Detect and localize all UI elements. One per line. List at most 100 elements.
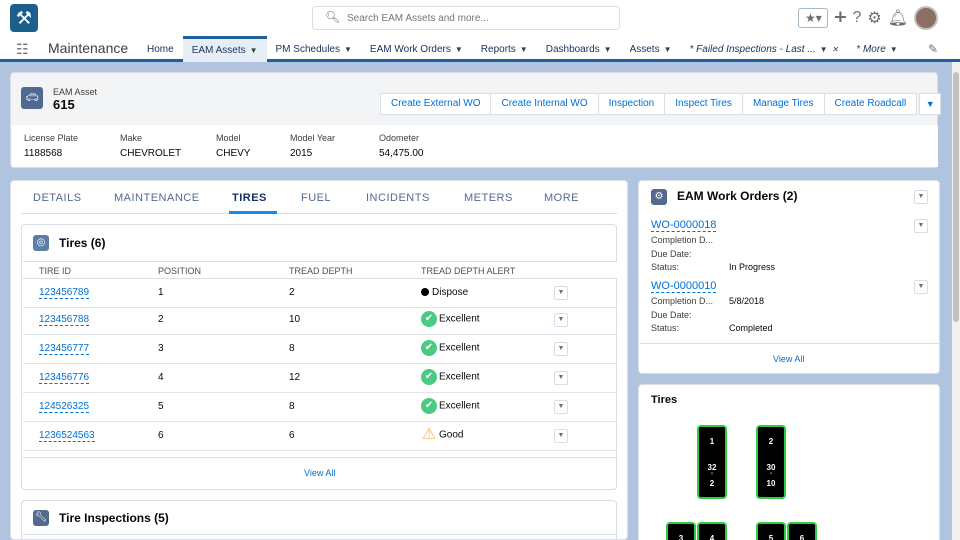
work-order-actions-dropdown[interactable]: ▼: [914, 219, 928, 233]
row-actions-dropdown[interactable]: ▼: [554, 286, 568, 300]
row-actions-dropdown[interactable]: ▼: [554, 400, 568, 414]
action-button-3[interactable]: Inspect Tires: [664, 93, 743, 115]
tire-id-link[interactable]: 123456789: [39, 287, 90, 299]
tire-position-box[interactable]: 3: [666, 522, 696, 540]
app-launcher-icon[interactable]: ☷: [16, 41, 32, 57]
field-label: Model: [216, 133, 241, 143]
app-logo-icon[interactable]: ⚒: [10, 4, 38, 32]
global-search[interactable]: 🔍︎: [312, 6, 620, 30]
avatar[interactable]: [914, 6, 938, 30]
nav-item-label: EAM Work Orders: [369, 43, 451, 55]
row-actions-dropdown[interactable]: ▼: [554, 342, 568, 356]
nav-item-6[interactable]: Assets ▼: [621, 36, 681, 62]
record-name: 615: [53, 97, 75, 112]
work-order-link[interactable]: WO-0000010: [651, 280, 717, 293]
work-orders-menu-dropdown[interactable]: ▼: [914, 190, 928, 204]
nav-item-2[interactable]: PM Schedules ▼: [267, 36, 361, 62]
chevron-down-icon[interactable]: ▼: [604, 45, 612, 54]
notification-bell-icon[interactable]: 🔔︎: [888, 8, 908, 28]
chevron-down-icon[interactable]: ▼: [520, 45, 528, 54]
tire-position-box[interactable]: 2 30-10: [756, 425, 786, 499]
highlight-field: Odometer 54,475.00: [379, 133, 424, 159]
chevron-down-icon[interactable]: ▼: [664, 45, 672, 54]
tire-id-link[interactable]: 1236524563: [39, 430, 95, 442]
gear-icon[interactable]: ⚙: [867, 8, 881, 28]
action-button-2[interactable]: Inspection: [597, 93, 666, 115]
nav-item-7[interactable]: * Failed Inspections - Last ... ▼ ✕: [681, 36, 848, 62]
work-order-link[interactable]: WO-0000018: [651, 219, 717, 232]
more-actions-dropdown[interactable]: ▼: [919, 93, 942, 115]
tab-details[interactable]: DETAILS: [33, 192, 82, 204]
tab-tires[interactable]: TIRES: [232, 192, 267, 204]
row-actions-dropdown[interactable]: ▼: [554, 429, 568, 443]
search-icon: 🔍︎: [325, 10, 341, 24]
tire-position-number: 6: [799, 534, 805, 540]
field-value: CHEVROLET: [120, 148, 182, 159]
tire-id-link[interactable]: 124526325: [39, 401, 90, 413]
chevron-down-icon[interactable]: ▼: [890, 45, 898, 54]
header-icons: ★▾ ➕︎ ? ⚙ 🔔︎: [798, 6, 938, 30]
tab-incidents[interactable]: INCIDENTS: [366, 192, 430, 204]
object-label: EAM Asset: [53, 87, 98, 97]
chevron-down-icon[interactable]: ▼: [820, 45, 828, 54]
tire-id-link[interactable]: 123456777: [39, 343, 90, 355]
close-icon[interactable]: ✕: [832, 45, 839, 54]
tire-position-box[interactable]: 4: [697, 522, 727, 540]
tire-id-link[interactable]: 123456776: [39, 372, 90, 384]
page-scrollbar[interactable]: [952, 62, 960, 540]
record-actions: Create External WO Create Internal WO Insp…: [380, 93, 942, 115]
nav-item-3[interactable]: EAM Work Orders ▼: [361, 36, 472, 62]
column-header[interactable]: TIRE ID: [39, 266, 71, 276]
row-actions-dropdown[interactable]: ▼: [554, 371, 568, 385]
action-button-5[interactable]: Create Roadcall: [823, 93, 918, 115]
tab-meters[interactable]: METERS: [464, 192, 513, 204]
chevron-down-icon[interactable]: ▼: [250, 46, 258, 55]
chevron-down-icon[interactable]: ▼: [344, 45, 352, 54]
tires-view-all-link[interactable]: View All: [304, 468, 335, 478]
tire-position-box[interactable]: 1 32-2: [697, 425, 727, 499]
action-button-1[interactable]: Create Internal WO: [490, 93, 599, 115]
nav-item-5[interactable]: Dashboards ▼: [537, 36, 621, 62]
tire-tread-depth: 2: [289, 287, 295, 298]
tab-more[interactable]: MORE: [544, 192, 579, 204]
tab-maintenance[interactable]: MAINTENANCE: [114, 192, 200, 204]
alert-label: Good: [439, 429, 464, 441]
tire-separator: -: [770, 471, 772, 477]
wo-field-value: Completed: [729, 323, 773, 333]
column-header[interactable]: POSITION: [158, 266, 201, 276]
table-row: 123456788 2 10 ✔ Excellent ▼: [23, 306, 617, 335]
tire-position-box[interactable]: 6: [787, 522, 817, 540]
highlight-field: Make CHEVROLET: [120, 133, 181, 159]
work-orders-view-all-link[interactable]: View All: [773, 354, 804, 364]
nav-item-0[interactable]: Home: [138, 36, 183, 62]
global-add-icon[interactable]: ➕︎: [834, 9, 846, 27]
column-header[interactable]: TREAD DEPTH ALERT: [421, 266, 515, 276]
check-circle-icon: ✔: [421, 398, 437, 414]
highlights-panel: License Plate 1188568 Make CHEVROLET Model CH…: [12, 125, 938, 167]
work-order-actions-dropdown[interactable]: ▼: [914, 280, 928, 294]
tab-fuel[interactable]: FUEL: [301, 192, 331, 204]
action-button-0[interactable]: Create External WO: [380, 93, 492, 115]
tire-position-number: 1: [709, 437, 715, 446]
edit-nav-pencil-icon[interactable]: ✎: [928, 42, 938, 56]
field-value: 2015: [290, 148, 313, 159]
table-row: 124526325 5 8 ✔ Excellent ▼: [23, 393, 617, 422]
nav-item-4[interactable]: Reports ▼: [472, 36, 537, 62]
table-row: 1236524563 6 6 ⚠ Good ▼: [23, 422, 617, 451]
help-icon[interactable]: ?: [852, 9, 861, 27]
main-tabset-card: DETAILS MAINTENANCE TIRES FUEL INCIDENTS METE…: [10, 180, 628, 540]
tire-id-link[interactable]: 123456788: [39, 314, 90, 326]
action-button-4[interactable]: Manage Tires: [741, 93, 825, 115]
row-actions-dropdown[interactable]: ▼: [554, 313, 568, 327]
search-input[interactable]: [347, 10, 607, 26]
nav-item-1[interactable]: EAM Assets ▼: [182, 36, 267, 62]
tire-position-box[interactable]: 5: [756, 522, 786, 540]
tire-tread-depth: 8: [289, 343, 295, 354]
nav-item-8[interactable]: * More ▼: [847, 36, 906, 62]
chevron-down-icon[interactable]: ▼: [455, 45, 463, 54]
scrollbar-thumb[interactable]: [953, 72, 959, 322]
favorites-star-icon[interactable]: ★▾: [798, 8, 829, 28]
column-header[interactable]: TREAD DEPTH: [289, 266, 353, 276]
global-header: ⚒ 🔍︎ ★▾ ➕︎ ? ⚙ 🔔︎: [0, 0, 960, 36]
table-row: 123456777 3 8 ✔ Excellent ▼: [23, 335, 617, 364]
